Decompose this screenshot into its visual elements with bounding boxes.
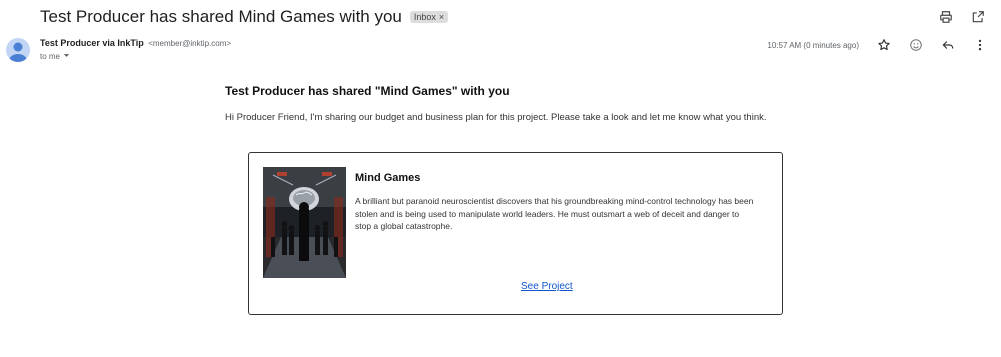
project-title: Mind Games (355, 172, 421, 184)
project-card: Mind Games A brilliant but paranoid neur… (248, 152, 783, 315)
project-poster-image (263, 167, 346, 278)
email-subject: Test Producer has shared Mind Games with… (40, 7, 402, 26)
recipient-label: to me (40, 52, 61, 61)
timestamp: 10:57 AM (0 minutes ago) (767, 40, 859, 50)
sender-name[interactable]: Test Producer via InkTip (40, 38, 144, 48)
inbox-label-text: Inbox (413, 12, 436, 22)
message-actions: 10:57 AM (0 minutes ago) (767, 36, 989, 54)
avatar[interactable] (6, 38, 30, 62)
print-icon[interactable] (937, 8, 955, 26)
project-description: A brilliant but paranoid neuroscientist … (355, 196, 754, 231)
chevron-down-icon (63, 52, 70, 61)
see-project-link[interactable]: See Project (521, 281, 573, 292)
top-actions (937, 8, 987, 26)
star-icon[interactable] (875, 36, 893, 54)
emoji-icon[interactable] (907, 36, 925, 54)
remove-label-button[interactable]: × (439, 12, 444, 22)
email-heading: Test Producer has shared "Mind Games" wi… (225, 84, 510, 98)
inbox-label-chip[interactable]: Inbox × (409, 11, 449, 23)
recipient-details-toggle[interactable]: to me (40, 52, 70, 61)
sender-email: <member@inktip.com> (148, 39, 232, 48)
email-message: Hi Producer Friend, I'm sharing our budg… (225, 112, 767, 123)
more-vert-icon[interactable] (971, 36, 989, 54)
subject-row: Test Producer has shared Mind Games with… (40, 5, 449, 29)
sender-line: Test Producer via InkTip <member@inktip.… (40, 38, 231, 48)
reply-icon[interactable] (939, 36, 957, 54)
open-in-new-window-icon[interactable] (969, 8, 987, 26)
